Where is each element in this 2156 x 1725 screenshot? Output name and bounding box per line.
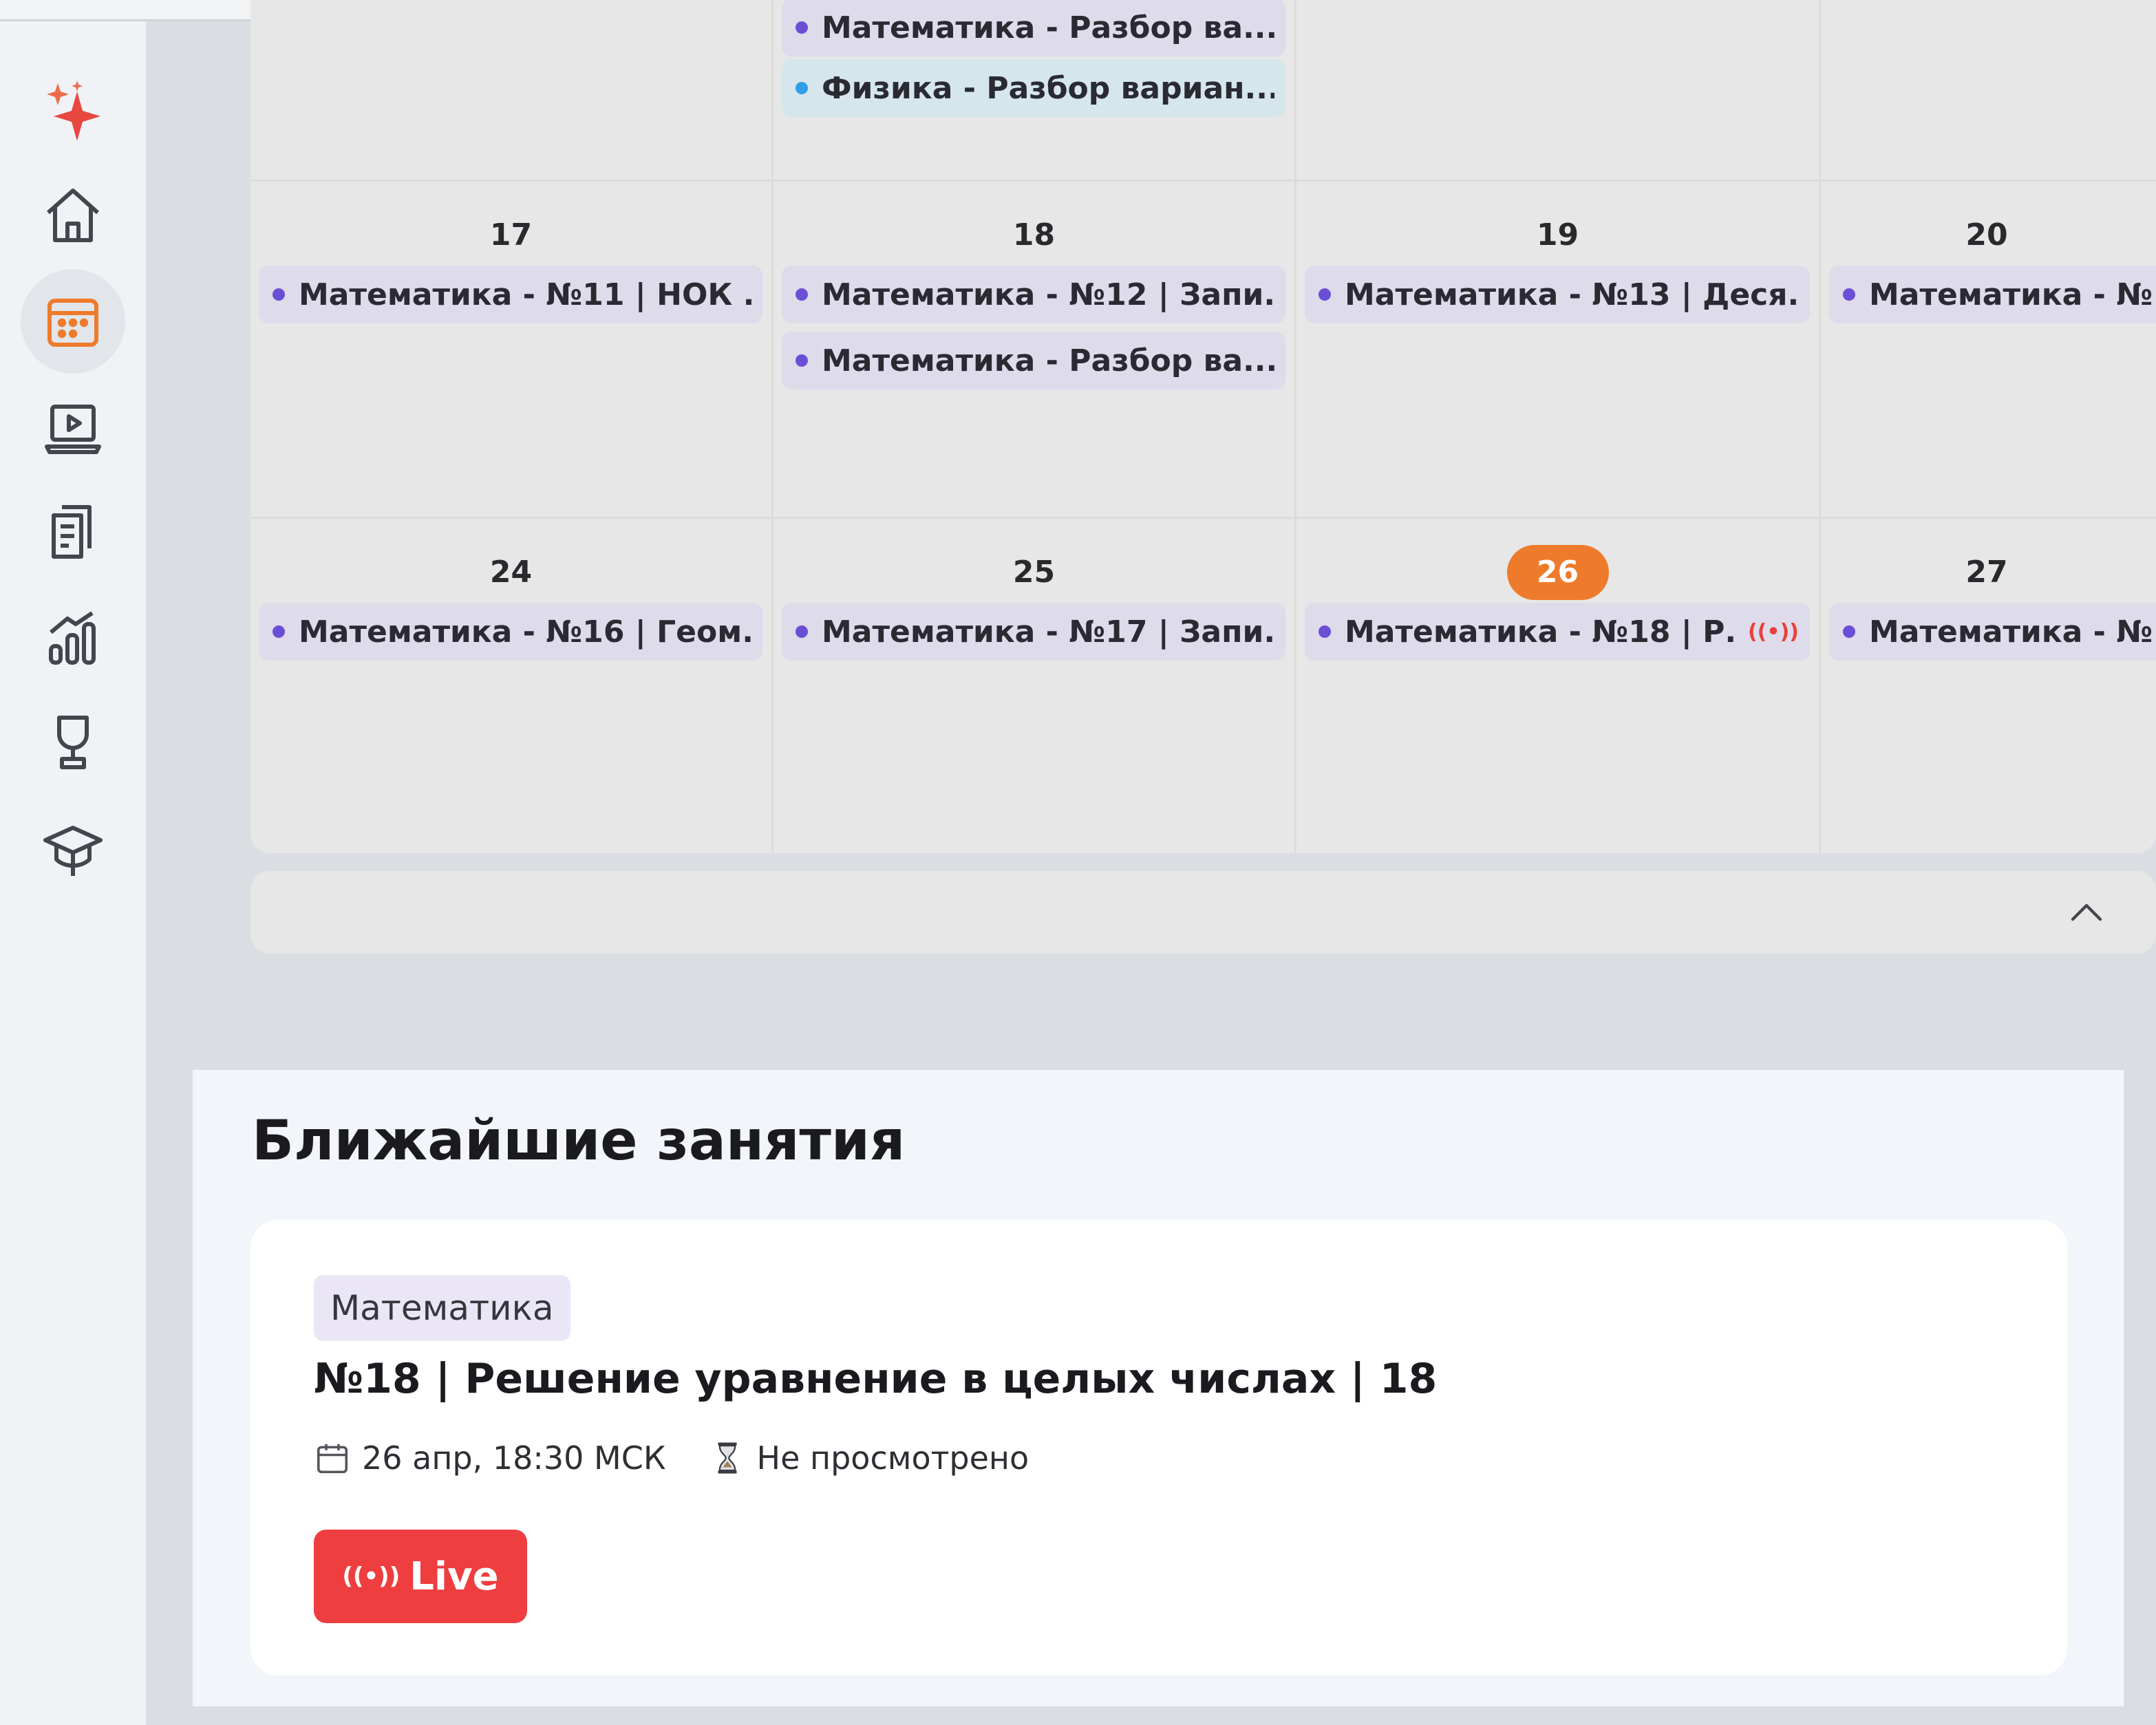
math-dot [273, 625, 285, 638]
subject-tag: Математика [314, 1275, 570, 1341]
calendar-event[interactable]: Математика - №16 | Геом... [259, 603, 762, 661]
calendar-icon [317, 1444, 348, 1474]
math-dot [1319, 625, 1331, 638]
day-number: 27 [1965, 555, 2008, 590]
event-title: Математика - №1 [1869, 614, 2156, 650]
homework-icon [52, 505, 92, 559]
nav-home[interactable] [21, 163, 125, 268]
event-title: Физика - Разбор вариан... [822, 70, 1274, 106]
physics-dot [796, 82, 808, 94]
nav-lessons[interactable] [21, 375, 125, 480]
calendar-day-cell[interactable] [250, 0, 773, 182]
day-number: 25 [1012, 555, 1056, 590]
video-lesson-icon [45, 405, 101, 454]
calendar-event[interactable]: Математика - №11 | НОК ... [259, 266, 762, 323]
broadcast-icon: ((•)) [342, 1563, 401, 1590]
event-title: Математика - Разбор ва... [822, 343, 1274, 378]
day-number: 19 [1536, 217, 1579, 253]
calendar-grid: Математика - Разбор ва... Физика - Разбо… [250, 0, 2156, 853]
calendar-day-cell-today[interactable]: 26 Математика - №18 | Р... ((•)) [1296, 519, 1821, 853]
calendar-day-cell[interactable] [1296, 0, 1821, 182]
day-number: 17 [489, 217, 533, 253]
math-dot [1319, 288, 1331, 301]
calendar-day-cell[interactable]: 18 Математика - №12 | Запи... Математика… [773, 182, 1296, 519]
nav-achievements[interactable] [21, 690, 125, 795]
event-title: Математика - №13 | Деся... [1345, 277, 1799, 312]
section-title: Ближайшие занятия [252, 1108, 906, 1172]
calendar-day-cell[interactable]: 17 Математика - №11 | НОК ... [250, 182, 773, 519]
calendar-day-cell[interactable]: 20 Математика - №1 [1821, 182, 2156, 519]
nav-progress[interactable] [21, 586, 125, 690]
graduation-cap-icon [43, 826, 103, 876]
day-number: 20 [1965, 217, 2008, 253]
calendar-event[interactable]: Математика - Разбор ва... [782, 332, 1285, 389]
calendar-collapse-bar[interactable] [250, 871, 2156, 954]
calendar-event[interactable]: Математика - №1 [1829, 603, 2156, 661]
upcoming-lessons-section: Ближайшие занятия Математика №18 | Решен… [193, 1070, 2124, 1706]
today-badge: 26 [1506, 545, 1609, 600]
day-number: 18 [1012, 217, 1056, 253]
event-title: Математика - №18 | Р... [1345, 614, 1734, 650]
event-title: Математика - Разбор ва... [822, 10, 1274, 45]
home-icon [47, 189, 99, 242]
live-button[interactable]: ((•)) Live [314, 1530, 527, 1623]
event-title: Математика - №1 [1869, 277, 2156, 312]
calendar-event[interactable]: Математика - №1 [1829, 266, 2156, 323]
event-title: Математика - №17 | Запи... [822, 614, 1274, 650]
calendar-day-cell[interactable]: 27 Математика - №1 [1821, 519, 2156, 853]
calendar-day-cell[interactable]: 19 Математика - №13 | Деся... [1296, 182, 1821, 519]
calendar-icon [47, 299, 98, 347]
event-title: Математика - №12 | Запи... [822, 277, 1274, 312]
live-button-label: Live [409, 1554, 499, 1599]
lesson-datetime: 26 апр, 18:30 МСК [362, 1439, 666, 1477]
nav-courses[interactable] [21, 796, 125, 901]
math-dot [796, 288, 808, 301]
nav-ai-assistant[interactable] [21, 58, 125, 163]
nav-schedule[interactable] [21, 269, 125, 374]
day-number-today: 26 [1296, 545, 1819, 600]
lesson-card[interactable]: Математика №18 | Решение уравнение в цел… [250, 1220, 2067, 1675]
calendar-day-cell[interactable]: 24 Математика - №16 | Геом... [250, 519, 773, 853]
calendar-day-cell[interactable]: 25 Математика - №17 | Запи... [773, 519, 1296, 853]
math-dot [796, 625, 808, 638]
nav-homework[interactable] [21, 480, 125, 584]
math-dot [1843, 288, 1855, 301]
lesson-status: Не просмотрено [756, 1439, 1029, 1477]
calendar-event[interactable]: Физика - Разбор вариан... [782, 59, 1285, 117]
broadcast-icon: ((•)) [1747, 619, 1799, 644]
calendar-event-live[interactable]: Математика - №18 | Р... ((•)) [1305, 603, 1810, 661]
calendar-event[interactable]: Математика - №12 | Запи... [782, 266, 1285, 323]
calendar-event[interactable]: Математика - №13 | Деся... [1305, 266, 1810, 323]
sidebar [0, 21, 146, 1725]
math-dot [273, 288, 285, 301]
day-number: 24 [489, 555, 533, 590]
chevron-up-icon[interactable] [2064, 890, 2109, 934]
calendar-event[interactable]: Математика - Разбор ва... [782, 0, 1285, 56]
event-title: Математика - №16 | Геом... [299, 614, 751, 650]
calendar-day-cell[interactable] [1821, 0, 2156, 182]
lesson-title[interactable]: №18 | Решение уравнение в целых числах |… [314, 1355, 1437, 1403]
math-dot [1843, 625, 1855, 638]
math-dot [796, 21, 808, 34]
hourglass-icon [718, 1442, 737, 1474]
calendar-day-cell[interactable]: Математика - Разбор ва... Физика - Разбо… [773, 0, 1296, 182]
lesson-meta: 26 апр, 18:30 МСК Не просмотрено [314, 1431, 1029, 1486]
sparkle-icon [47, 81, 100, 141]
event-title: Математика - №11 | НОК ... [299, 277, 751, 312]
math-dot [796, 354, 808, 367]
calendar-event[interactable]: Математика - №17 | Запи... [782, 603, 1285, 661]
progress-chart-icon [49, 611, 96, 665]
trophy-icon [57, 716, 89, 769]
